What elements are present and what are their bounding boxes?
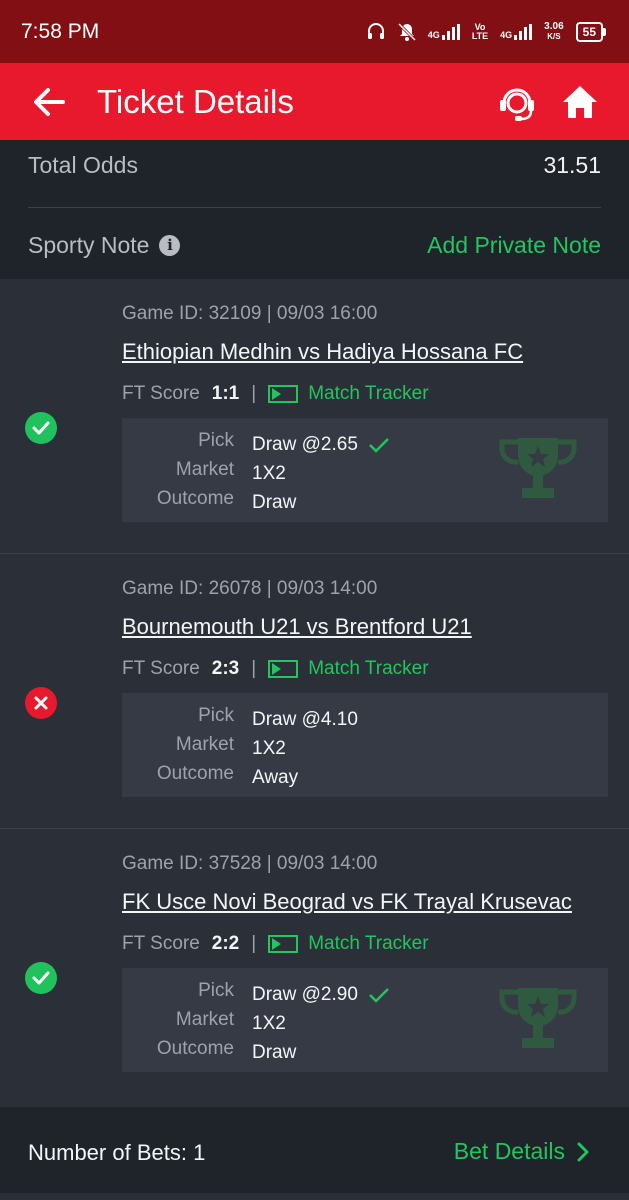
match-tracker-button[interactable]: Match Tracker: [268, 933, 429, 955]
bet-card: Game ID: 37528 | 09/03 14:00 FK Usce Nov…: [0, 829, 629, 1107]
chevron-right-icon: [577, 1142, 589, 1161]
pick-label: Pick: [198, 705, 234, 726]
battery-indicator: 55: [575, 21, 607, 42]
back-arrow-icon[interactable]: [32, 87, 66, 117]
outcome-label: Outcome: [156, 763, 234, 784]
pick-value: Draw @4.10: [252, 708, 358, 730]
market-label: Market: [175, 734, 234, 755]
add-private-note-button[interactable]: Add Private Note: [427, 232, 601, 259]
app-header: Ticket Details: [0, 63, 629, 140]
pick-details: Pick Draw @2.90 Market 1X2 Outcome Draw: [122, 968, 608, 1072]
signal-icon: [441, 23, 460, 40]
pick-row: Pick Draw @4.10: [122, 705, 608, 734]
bet-card: Game ID: 26078 | 09/03 14:00 Bournemouth…: [0, 554, 629, 829]
separator: |: [251, 658, 257, 679]
match-name-link[interactable]: Bournemouth U21 vs Brentford U21: [122, 614, 472, 640]
market-label: Market: [175, 459, 234, 480]
match-name-link[interactable]: FK Usce Novi Beograd vs FK Trayal Krusev…: [122, 889, 572, 915]
status-icons: 4G Vo LTE 4G 3.06 K/S 55: [366, 20, 607, 42]
customer-support-icon[interactable]: [497, 83, 537, 123]
volte-label: Vo LTE: [471, 21, 489, 41]
outcome-label: Outcome: [156, 488, 234, 509]
outcome-label: Outcome: [156, 1038, 234, 1059]
match-tracker-button[interactable]: Match Tracker: [268, 383, 429, 405]
match-tracker-button[interactable]: Match Tracker: [268, 658, 429, 680]
score-row: FT Score 2:3 | Match Tracker: [122, 658, 429, 680]
divider: [28, 207, 601, 208]
match-tracker-label: Match Tracker: [308, 933, 429, 954]
ft-score-label: FT Score: [122, 933, 200, 954]
market-value: 1X2: [252, 737, 286, 759]
total-odds-label: Total Odds: [28, 152, 138, 178]
status-bar: 7:58 PM 4G Vo LTE 4G 3.06 K/S 55: [0, 0, 629, 63]
game-id: Game ID: 37528 | 09/03 14:00: [122, 853, 378, 874]
outcome-row: Outcome Away: [122, 763, 608, 792]
match-tracker-icon: [268, 660, 299, 678]
ft-score-value: 2:2: [211, 933, 240, 954]
home-icon[interactable]: [561, 84, 599, 120]
sporty-note-label: Sporty Note: [28, 232, 150, 258]
signal-group-1: 4G: [427, 23, 460, 40]
status-time: 7:58 PM: [21, 19, 100, 43]
sporty-note: Sporty Note i: [28, 232, 181, 259]
total-odds-value: 31.51: [543, 152, 601, 178]
ft-score-label: FT Score: [122, 658, 200, 679]
trophy-icon: [499, 988, 577, 1048]
separator: |: [251, 383, 257, 404]
bet-details-button[interactable]: Bet Details: [454, 1138, 589, 1165]
signal-group-2: 4G: [500, 23, 533, 40]
network-label: 4G: [427, 29, 440, 40]
bet-card: Game ID: 32109 | 09/03 16:00 Ethiopian M…: [0, 279, 629, 554]
pick-details: Pick Draw @2.65 Market 1X2 Outcome Draw: [122, 418, 608, 522]
ticket-footer: Number of Bets: 1 Bet Details: [0, 1107, 629, 1193]
page-title: Ticket Details: [97, 83, 294, 120]
pick-label: Pick: [198, 430, 234, 451]
market-value: 1X2: [252, 462, 286, 484]
pick-details: Pick Draw @4.10 Market 1X2 Outcome Away: [122, 693, 608, 797]
game-id: Game ID: 26078 | 09/03 14:00: [122, 578, 378, 599]
separator: |: [251, 933, 257, 954]
match-tracker-icon: [268, 385, 299, 403]
match-tracker-label: Match Tracker: [308, 383, 429, 404]
trophy-icon: [499, 438, 577, 498]
data-speed: 3.06 K/S: [544, 20, 564, 41]
info-icon[interactable]: i: [159, 235, 181, 256]
game-id: Game ID: 32109 | 09/03 16:00: [122, 303, 378, 324]
lost-cross-icon: [25, 687, 57, 719]
pick-label: Pick: [198, 980, 234, 1001]
market-row: Market 1X2: [122, 734, 608, 763]
bell-muted-icon: [397, 22, 416, 41]
pick-value: Draw @2.90: [252, 980, 390, 1009]
market-value: 1X2: [252, 1012, 286, 1034]
won-check-icon: [25, 962, 57, 994]
bet-details-label: Bet Details: [453, 1138, 565, 1164]
outcome-value: Away: [252, 766, 299, 788]
bottom-strip: [0, 1193, 629, 1200]
headset-icon: [367, 22, 384, 39]
market-label: Market: [175, 1009, 234, 1030]
outcome-value: Draw: [252, 1041, 297, 1063]
ticket-summary: Total Odds 31.51 Sporty Note i Add Priva…: [0, 140, 629, 279]
network-label: 4G: [500, 29, 513, 40]
won-check-icon: [25, 412, 57, 444]
signal-icon: [514, 23, 533, 40]
match-tracker-icon: [268, 935, 299, 953]
outcome-value: Draw: [252, 491, 297, 513]
ft-score-label: FT Score: [122, 383, 200, 404]
ft-score-value: 1:1: [211, 383, 240, 404]
match-tracker-label: Match Tracker: [308, 658, 429, 679]
check-icon: [369, 987, 389, 1003]
check-icon: [369, 437, 389, 453]
number-of-bets: Number of Bets: 1: [28, 1140, 206, 1165]
match-name-link[interactable]: Ethiopian Medhin vs Hadiya Hossana FC: [122, 339, 523, 365]
ft-score-value: 2:3: [211, 658, 240, 679]
score-row: FT Score 1:1 | Match Tracker: [122, 383, 429, 405]
pick-value: Draw @2.65: [252, 430, 390, 459]
score-row: FT Score 2:2 | Match Tracker: [122, 933, 429, 955]
